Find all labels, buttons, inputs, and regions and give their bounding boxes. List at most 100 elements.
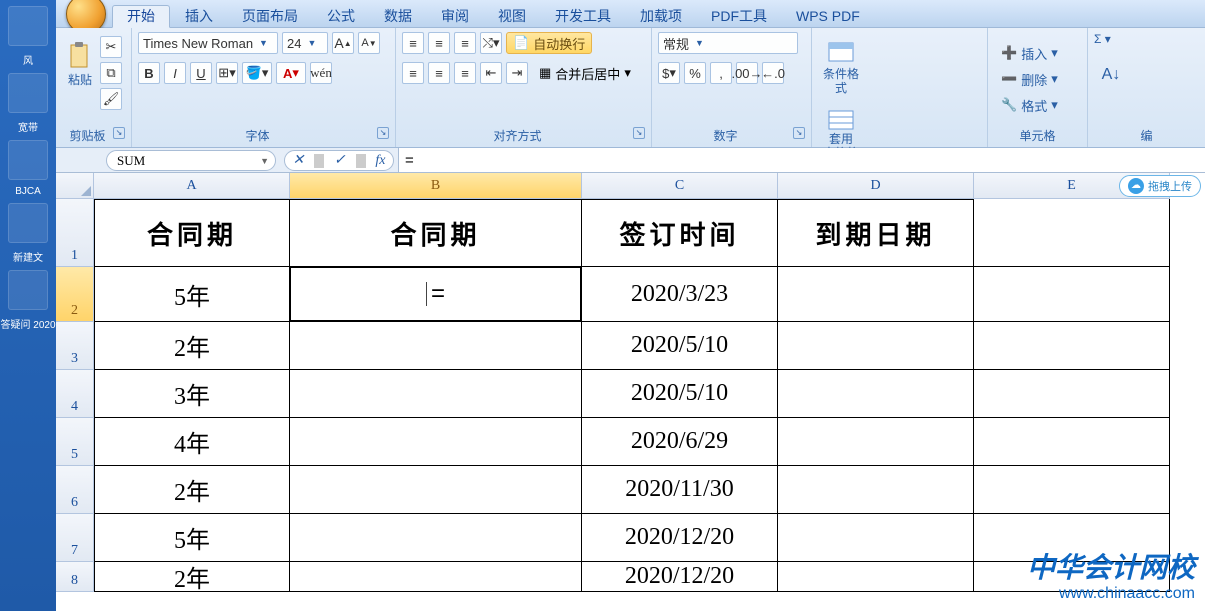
taskbar-item[interactable]: [8, 73, 48, 113]
cell[interactable]: [290, 370, 582, 418]
ribbon-tab[interactable]: WPS PDF: [782, 6, 874, 27]
cell[interactable]: [778, 466, 974, 514]
conditional-formatting-button[interactable]: 条件格式: [818, 32, 864, 102]
taskbar-item[interactable]: [8, 270, 48, 310]
cell[interactable]: 3年: [94, 370, 290, 418]
cell[interactable]: [290, 514, 582, 562]
cell[interactable]: [974, 322, 1170, 370]
cell[interactable]: 2020/3/23: [582, 267, 778, 322]
cell[interactable]: [290, 322, 582, 370]
ribbon-tab[interactable]: 页面布局: [228, 6, 312, 27]
cell[interactable]: 2020/5/10: [582, 322, 778, 370]
cell[interactable]: 5年: [94, 267, 290, 322]
percent-button[interactable]: %: [684, 62, 706, 84]
cell[interactable]: 2年: [94, 562, 290, 592]
cell[interactable]: [290, 418, 582, 466]
orientation-button[interactable]: ⤭▾: [480, 32, 502, 54]
formula-input[interactable]: =: [398, 148, 1205, 172]
row-header[interactable]: 2: [56, 267, 94, 322]
align-center-button[interactable]: ≡: [428, 62, 450, 84]
number-format-combo[interactable]: 常规▼: [658, 32, 798, 54]
paste-button[interactable]: 粘贴: [62, 32, 98, 96]
format-cells-button[interactable]: 🔧 格式▾: [994, 94, 1081, 116]
align-right-button[interactable]: ≡: [454, 62, 476, 84]
cell[interactable]: 2020/12/20: [582, 514, 778, 562]
merge-center-button[interactable]: ▦合并后居中▾: [532, 62, 638, 84]
ribbon-tab[interactable]: PDF工具: [697, 6, 781, 27]
comma-button[interactable]: ,: [710, 62, 732, 84]
cancel-edit-button[interactable]: ✕: [287, 152, 309, 169]
fx-button[interactable]: fx: [370, 153, 390, 169]
cell[interactable]: [974, 267, 1170, 322]
cell[interactable]: [974, 418, 1170, 466]
row-header[interactable]: 6: [56, 466, 94, 514]
cell[interactable]: 2年: [94, 322, 290, 370]
insert-cells-button[interactable]: ➕ 插入▾: [994, 42, 1081, 64]
taskbar-item[interactable]: [8, 6, 48, 46]
row-header[interactable]: 7: [56, 514, 94, 562]
decrease-decimal-button[interactable]: ←.0: [762, 62, 784, 84]
cell[interactable]: 签订时间: [582, 199, 778, 267]
ribbon-tab[interactable]: 数据: [370, 6, 426, 27]
cell[interactable]: [974, 199, 1170, 267]
upload-pill[interactable]: ☁拖拽上传: [1119, 175, 1201, 197]
cell[interactable]: [778, 418, 974, 466]
autosum-button[interactable]: Σ ▾: [1094, 32, 1111, 46]
cell[interactable]: 2020/11/30: [582, 466, 778, 514]
font-size-combo[interactable]: 24▼: [282, 32, 328, 54]
cell[interactable]: [778, 267, 974, 322]
align-middle-button[interactable]: ≡: [428, 32, 450, 54]
copy-button[interactable]: ⧉: [100, 62, 122, 84]
cell[interactable]: 2020/6/29: [582, 418, 778, 466]
underline-button[interactable]: U: [190, 62, 212, 84]
taskbar-item[interactable]: [8, 140, 48, 180]
dialog-launcher[interactable]: ↘: [113, 127, 125, 139]
bold-button[interactable]: B: [138, 62, 160, 84]
name-box[interactable]: ▼: [106, 150, 276, 171]
row-header[interactable]: 8: [56, 562, 94, 592]
font-family-combo[interactable]: Times New Roman▼: [138, 32, 278, 54]
ribbon-tab[interactable]: 加载项: [626, 6, 696, 27]
cell[interactable]: [778, 322, 974, 370]
cell[interactable]: 2020/12/20: [582, 562, 778, 592]
delete-cells-button[interactable]: ➖ 删除▾: [994, 68, 1081, 90]
ribbon-tab[interactable]: 公式: [313, 6, 369, 27]
enter-edit-button[interactable]: ✓: [329, 152, 351, 169]
increase-decimal-button[interactable]: .00→: [736, 62, 758, 84]
cell[interactable]: [290, 562, 582, 592]
align-left-button[interactable]: ≡: [402, 62, 424, 84]
phonetic-button[interactable]: wén: [310, 62, 332, 84]
cell[interactable]: [778, 514, 974, 562]
cell[interactable]: [778, 562, 974, 592]
cell[interactable]: =: [290, 267, 582, 322]
row-header[interactable]: 4: [56, 370, 94, 418]
dialog-launcher[interactable]: ↘: [633, 127, 645, 139]
cell[interactable]: 合同期: [94, 199, 290, 267]
column-header[interactable]: A: [94, 173, 290, 199]
wrap-text-button[interactable]: 📄自动换行: [506, 32, 592, 54]
column-header[interactable]: B: [290, 173, 582, 199]
ribbon-tab[interactable]: 视图: [484, 6, 540, 27]
cell-grid[interactable]: 合同期合同期签订时间到期日期5年=2020/3/232年2020/5/103年2…: [94, 199, 1205, 611]
ribbon-tab[interactable]: 开发工具: [541, 6, 625, 27]
row-header[interactable]: 5: [56, 418, 94, 466]
fill-color-button[interactable]: 🪣▾: [242, 62, 272, 84]
cell[interactable]: 2020/5/10: [582, 370, 778, 418]
italic-button[interactable]: I: [164, 62, 186, 84]
cell[interactable]: 4年: [94, 418, 290, 466]
font-color-button[interactable]: A▾: [276, 62, 306, 84]
decrease-indent-button[interactable]: ⇤: [480, 62, 502, 84]
cut-button[interactable]: ✂: [100, 36, 122, 58]
format-painter-button[interactable]: 🖌: [100, 88, 122, 110]
border-button[interactable]: ⊞▾: [216, 62, 238, 84]
ribbon-tab[interactable]: 审阅: [427, 6, 483, 27]
currency-button[interactable]: $▾: [658, 62, 680, 84]
dialog-launcher[interactable]: ↘: [377, 127, 389, 139]
align-top-button[interactable]: ≡: [402, 32, 424, 54]
taskbar-item[interactable]: [8, 203, 48, 243]
grow-font-button[interactable]: A▲: [332, 32, 354, 54]
cell[interactable]: [290, 466, 582, 514]
cell[interactable]: [778, 370, 974, 418]
column-header[interactable]: D: [778, 173, 974, 199]
row-header[interactable]: 3: [56, 322, 94, 370]
